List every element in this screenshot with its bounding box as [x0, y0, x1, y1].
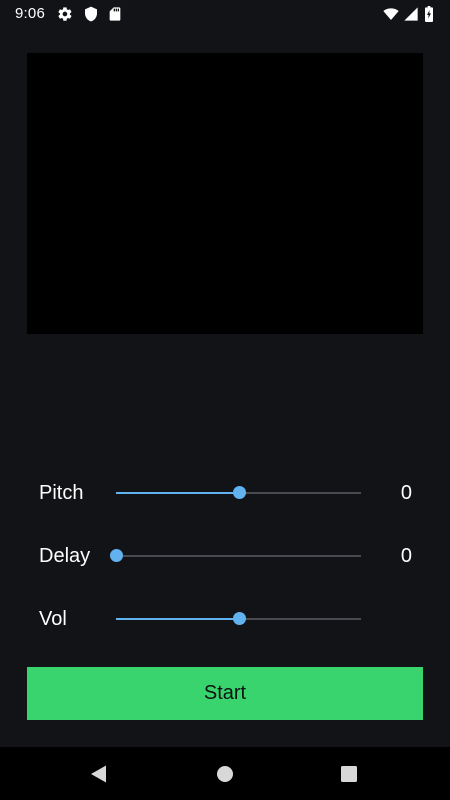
delay-slider[interactable]	[110, 548, 361, 564]
settings-gear-icon	[58, 7, 72, 21]
pitch-slider[interactable]	[116, 485, 361, 501]
pitch-control-row: Pitch 0	[0, 473, 450, 513]
battery-charging-icon	[425, 6, 433, 22]
vol-control-row: Vol	[0, 599, 450, 639]
slider-thumb[interactable]	[110, 549, 123, 562]
video-preview	[27, 53, 423, 334]
status-bar: 9:06	[0, 0, 450, 28]
delay-label: Delay	[39, 545, 91, 567]
sd-card-icon	[109, 7, 121, 21]
pitch-value: 0	[400, 482, 412, 504]
vol-label: Vol	[39, 608, 67, 630]
cell-signal-icon	[404, 7, 418, 21]
wifi-icon	[383, 8, 399, 20]
home-icon[interactable]	[212, 761, 238, 787]
pitch-label: Pitch	[39, 482, 84, 504]
navigation-bar	[0, 747, 450, 800]
slider-thumb[interactable]	[232, 612, 246, 625]
shield-icon	[85, 6, 97, 22]
slider-track	[116, 555, 361, 557]
vol-slider[interactable]	[116, 611, 361, 627]
status-time: 9:06	[15, 5, 45, 22]
start-button[interactable]: Start	[27, 667, 423, 720]
delay-value: 0	[400, 545, 412, 567]
slider-fill	[116, 618, 239, 620]
slider-thumb[interactable]	[232, 486, 246, 499]
delay-control-row: Delay 0	[0, 536, 450, 576]
back-icon[interactable]	[86, 761, 112, 787]
slider-fill	[116, 492, 239, 494]
recents-icon[interactable]	[336, 761, 362, 787]
